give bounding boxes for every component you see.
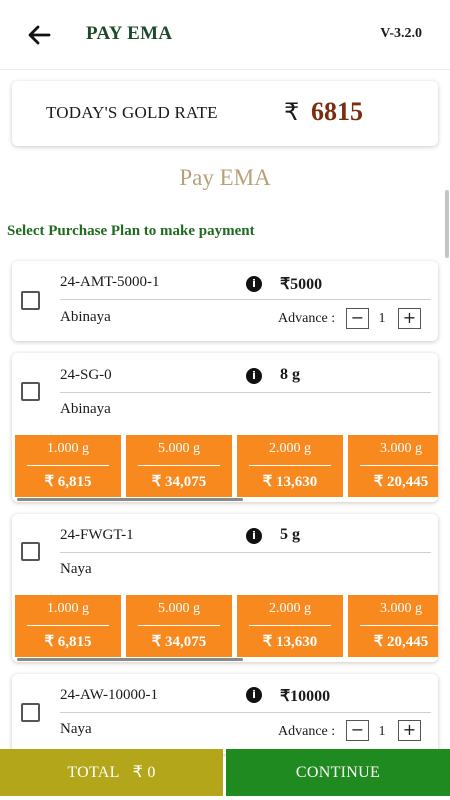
- gold-option-weight: 1.000 g: [47, 441, 89, 456]
- gold-option-price: ₹ 13,630: [262, 474, 318, 490]
- advance-label: Advance :: [278, 724, 336, 739]
- back-button[interactable]: [22, 18, 56, 52]
- advance-value: 1: [378, 311, 386, 326]
- gold-option-tile[interactable]: 2.000 g ₹ 13,630: [237, 595, 343, 657]
- advance-increment-button[interactable]: +: [398, 720, 421, 741]
- gold-option-price: ₹ 20,445: [373, 474, 429, 490]
- options-scrollbar[interactable]: [17, 658, 243, 661]
- plan-checkbox[interactable]: [21, 703, 40, 722]
- total-display: TOTAL ₹ 0: [0, 749, 223, 796]
- gold-option-tile[interactable]: 3.000 g ₹ 20,445: [348, 595, 438, 657]
- bottom-action-bar: TOTAL ₹ 0 CONTINUE: [0, 749, 450, 800]
- gold-option-weight: 3.000 g: [380, 601, 422, 616]
- advance-value: 1: [378, 724, 386, 739]
- gold-option-price: ₹ 13,630: [262, 634, 318, 650]
- rupee-symbol: ₹: [284, 100, 300, 126]
- total-label: TOTAL: [67, 764, 120, 781]
- gold-option-tile[interactable]: 1.000 g ₹ 6,815: [15, 595, 121, 657]
- advance-decrement-button[interactable]: −: [346, 720, 369, 741]
- plan-checkbox[interactable]: [21, 542, 40, 561]
- plan-holder-name: Abinaya: [60, 309, 111, 325]
- plan-amount: ₹5000: [280, 276, 323, 293]
- instruction-text: Select Purchase Plan to make payment: [7, 223, 255, 239]
- plan-code: 24-FWGT-1: [60, 527, 134, 543]
- app-version: V-3.2.0: [380, 26, 422, 41]
- continue-button[interactable]: CONTINUE: [226, 749, 450, 796]
- page-scrollbar[interactable]: [445, 190, 449, 258]
- gold-option-price: ₹ 34,075: [151, 474, 207, 490]
- plan-card: 24-AW-10000-1 i ₹10000 Naya Advance : − …: [12, 674, 438, 754]
- info-icon[interactable]: i: [246, 276, 262, 292]
- gold-option-weight: 5.000 g: [158, 441, 200, 456]
- plan-amount: 8 g: [280, 366, 300, 383]
- gold-option-weight: 1.000 g: [47, 601, 89, 616]
- plan-holder-name: Naya: [60, 721, 92, 737]
- gold-rate-card: TODAY'S GOLD RATE ₹ 6815: [12, 81, 438, 146]
- gold-option-weight: 5.000 g: [158, 601, 200, 616]
- plan-amount: ₹10000: [280, 688, 331, 705]
- plan-card: 24-SG-0 i 8 g Abinaya 1.000 g ₹ 6,815 5.…: [12, 353, 438, 502]
- gold-option-tile[interactable]: 3.000 g ₹ 20,445: [348, 435, 438, 497]
- gold-rate-label: TODAY'S GOLD RATE: [46, 103, 218, 122]
- total-value: ₹ 0: [132, 764, 156, 781]
- advance-label: Advance :: [278, 311, 336, 326]
- advance-increment-button[interactable]: +: [398, 308, 421, 329]
- plan-code: 24-AMT-5000-1: [60, 274, 160, 290]
- info-icon[interactable]: i: [246, 687, 262, 703]
- gold-option-weight: 3.000 g: [380, 441, 422, 456]
- gold-rate-value: 6815: [311, 97, 363, 126]
- divider: [60, 392, 431, 393]
- gold-option-price: ₹ 20,445: [373, 634, 429, 650]
- gold-option-price: ₹ 34,075: [151, 634, 207, 650]
- divider: [60, 552, 431, 553]
- info-icon[interactable]: i: [246, 528, 262, 544]
- top-app-bar: PAY EMA V-3.2.0: [0, 0, 450, 70]
- plan-code: 24-SG-0: [60, 367, 112, 383]
- gold-option-tile[interactable]: 2.000 g ₹ 13,630: [237, 435, 343, 497]
- plan-amount: 5 g: [280, 526, 300, 543]
- page-heading: Pay EMA: [179, 165, 271, 190]
- gold-option-price: ₹ 6,815: [44, 474, 92, 490]
- plan-code: 24-AW-10000-1: [60, 687, 158, 703]
- app-title: PAY EMA: [86, 23, 173, 44]
- plan-holder-name: Naya: [60, 561, 92, 577]
- options-scrollbar[interactable]: [17, 498, 243, 501]
- gold-option-price: ₹ 6,815: [44, 634, 92, 650]
- gold-option-tile[interactable]: 5.000 g ₹ 34,075: [126, 435, 232, 497]
- gold-option-weight: 2.000 g: [269, 601, 311, 616]
- gold-option-weight: 2.000 g: [269, 441, 311, 456]
- plan-card: 24-FWGT-1 i 5 g Naya 1.000 g ₹ 6,815 5.0…: [12, 514, 438, 662]
- arrow-left-icon: [28, 25, 51, 45]
- info-icon[interactable]: i: [246, 368, 262, 384]
- gold-option-tile[interactable]: 5.000 g ₹ 34,075: [126, 595, 232, 657]
- advance-decrement-button[interactable]: −: [346, 308, 369, 329]
- plan-card: 24-AMT-5000-1 i ₹5000 Abinaya Advance : …: [12, 261, 438, 341]
- divider: [60, 299, 431, 300]
- plan-checkbox[interactable]: [21, 291, 40, 310]
- divider: [60, 712, 431, 713]
- plan-checkbox[interactable]: [21, 382, 40, 401]
- gold-option-tile[interactable]: 1.000 g ₹ 6,815: [15, 435, 121, 497]
- plan-holder-name: Abinaya: [60, 401, 111, 417]
